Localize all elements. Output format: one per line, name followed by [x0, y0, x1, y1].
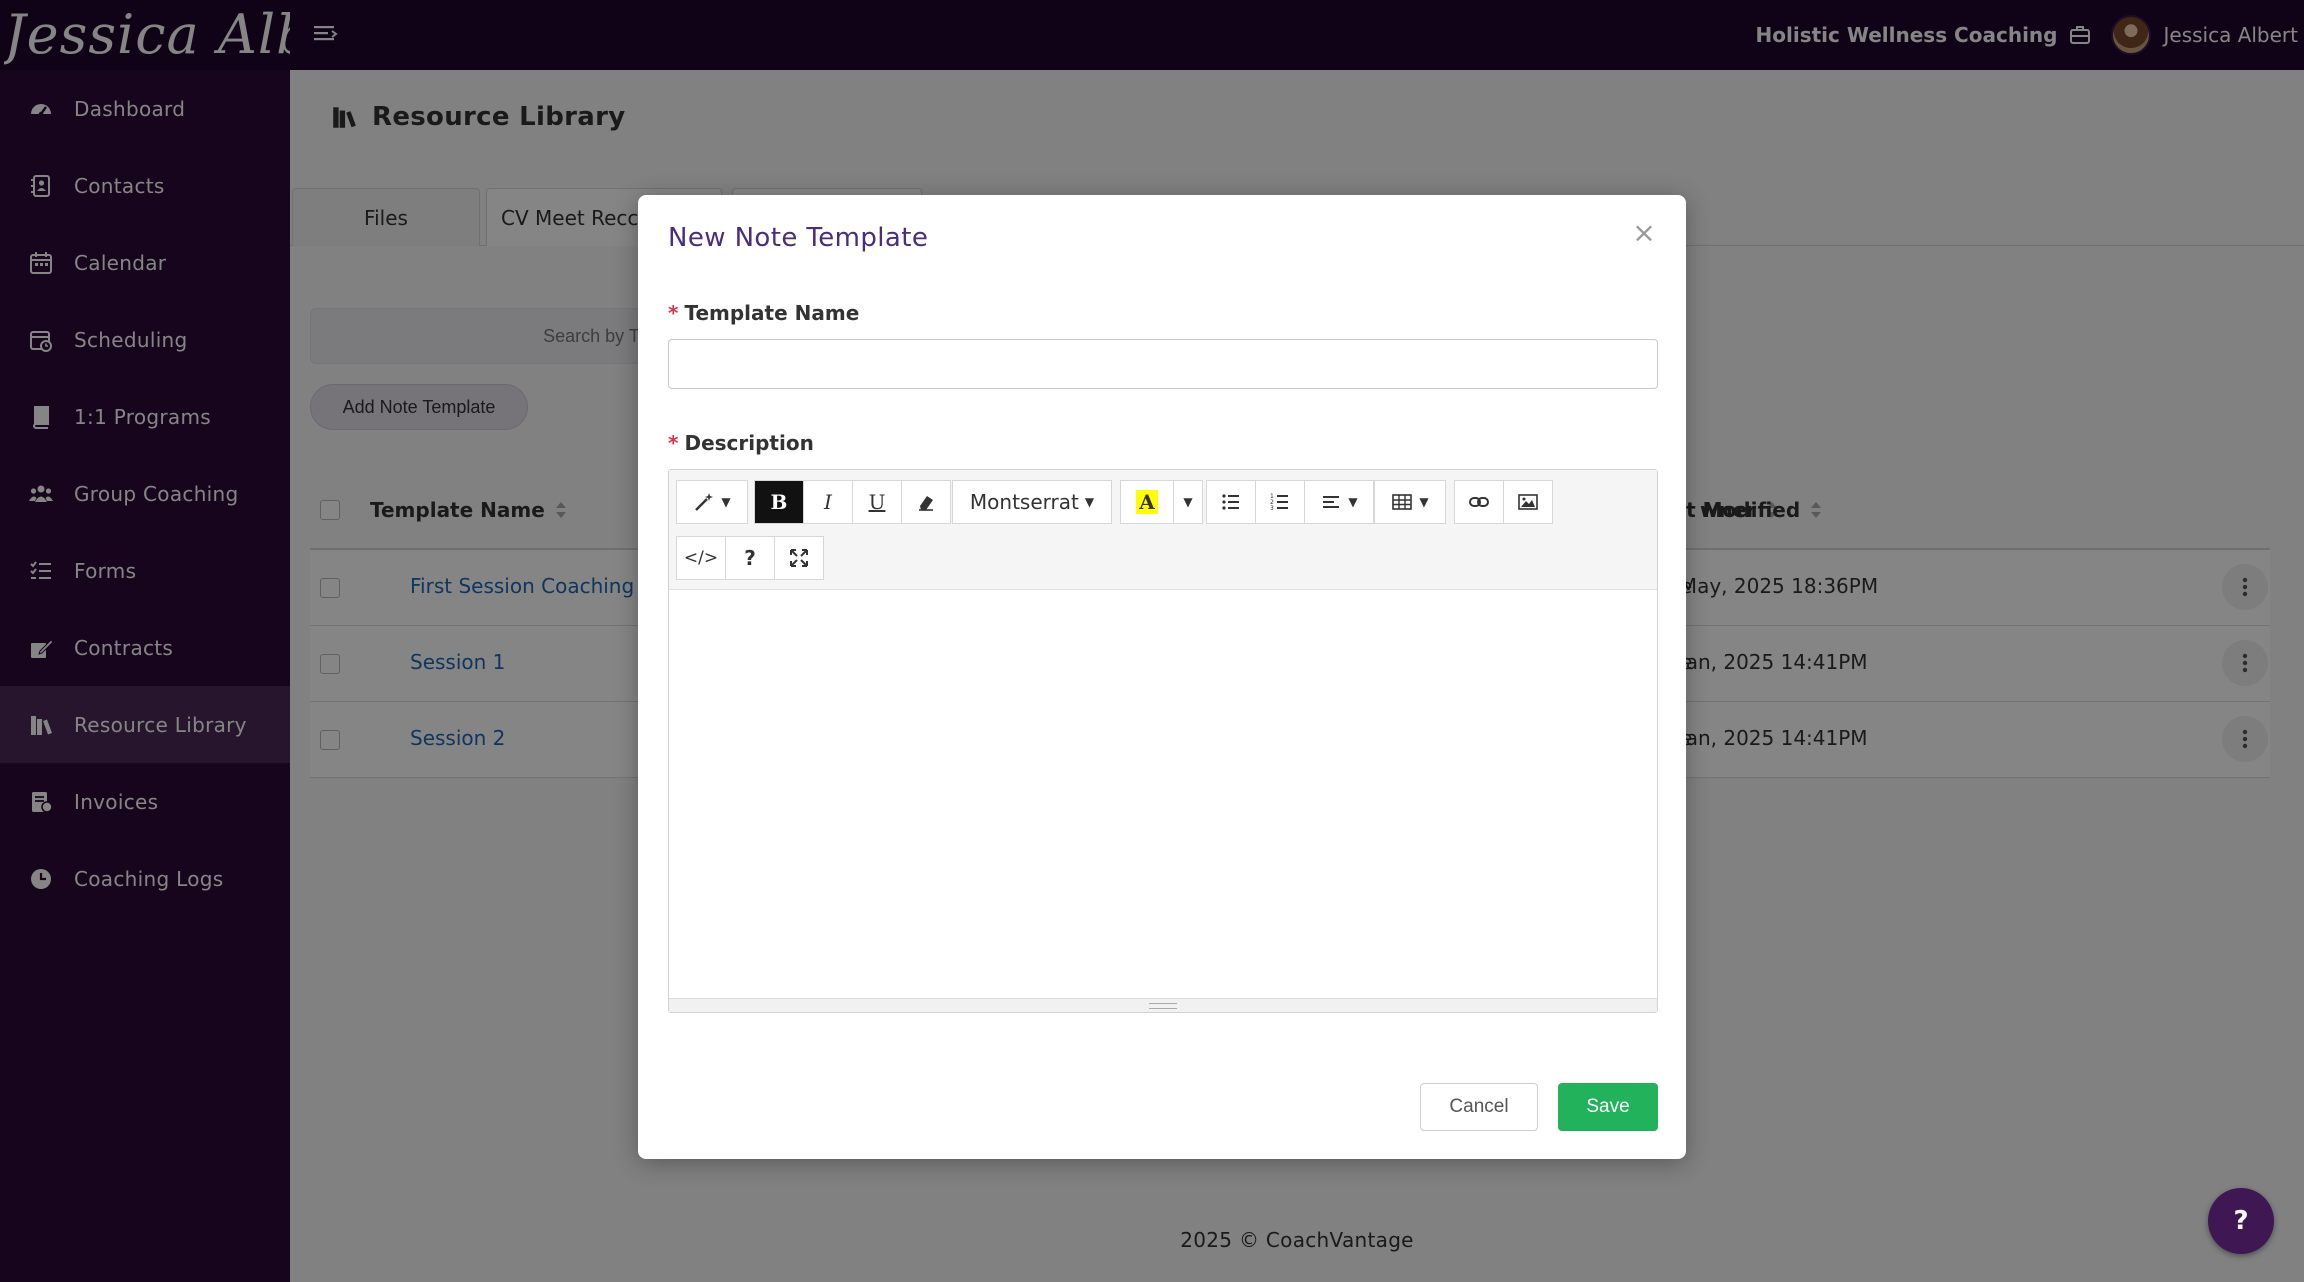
rich-text-editor: ▼ B I U Montserrat ▼ A ▼ 1 2 3 ▼ ▼ </> ?	[668, 469, 1658, 1013]
table-group: ▼	[1374, 480, 1446, 524]
clear-format-button[interactable]	[901, 480, 951, 524]
caret-down-icon: ▼	[1419, 495, 1429, 509]
numbered-list-icon: 123	[1270, 493, 1288, 512]
view-group: </> ?	[676, 536, 824, 580]
font-family-group: Montserrat ▼	[952, 480, 1112, 524]
insert-image-button[interactable]	[1503, 480, 1553, 524]
caret-down-icon: ▼	[1348, 495, 1358, 509]
new-note-template-modal: New Note Template × * Template Name * Desc…	[638, 195, 1686, 1159]
caret-down-icon: ▼	[1183, 495, 1193, 509]
link-icon	[1469, 497, 1489, 507]
italic-button[interactable]: I	[803, 480, 853, 524]
editor-toolbar: ▼ B I U Montserrat ▼ A ▼ 1 2 3 ▼ ▼ </> ?	[669, 470, 1657, 590]
underline-button[interactable]: U	[852, 480, 902, 524]
modal-title: New Note Template	[668, 223, 929, 253]
color-group: A ▼	[1120, 480, 1203, 524]
description-editor-area[interactable]	[669, 590, 1657, 1000]
paragraph-group: 123 ▼	[1206, 480, 1374, 524]
font-style-group: B I U	[754, 480, 951, 524]
save-button[interactable]: Save	[1558, 1083, 1658, 1131]
eraser-icon	[919, 496, 933, 511]
bold-button[interactable]: B	[754, 480, 804, 524]
code-view-button[interactable]: </>	[676, 536, 726, 580]
template-name-input[interactable]	[668, 339, 1658, 389]
style-group: ▼	[676, 480, 748, 524]
align-left-icon	[1323, 496, 1340, 508]
insert-link-button[interactable]	[1454, 480, 1504, 524]
magic-wand-icon	[695, 493, 714, 511]
template-name-label: * Template Name	[668, 301, 860, 325]
text-color-button[interactable]: A	[1120, 480, 1174, 524]
description-label: * Description	[668, 431, 814, 455]
highlight-a-icon: A	[1136, 490, 1158, 514]
required-marker: *	[668, 301, 679, 325]
editor-resize-bar[interactable]	[669, 998, 1657, 1012]
bullet-list-icon	[1222, 494, 1239, 510]
table-icon	[1392, 494, 1413, 510]
unordered-list-button[interactable]	[1206, 480, 1256, 524]
insert-group	[1454, 480, 1553, 524]
font-family-dropdown[interactable]: Montserrat ▼	[952, 480, 1112, 524]
caret-down-icon: ▼	[1084, 495, 1095, 509]
svg-text:3: 3	[1270, 505, 1274, 512]
help-button[interactable]: ?	[2208, 1188, 2274, 1254]
style-dropdown-button[interactable]: ▼	[676, 480, 748, 524]
required-marker: *	[668, 431, 679, 455]
resize-grip-icon	[1149, 1003, 1177, 1009]
cancel-button[interactable]: Cancel	[1420, 1083, 1538, 1131]
color-dropdown-button[interactable]: ▼	[1173, 480, 1203, 524]
close-icon[interactable]: ×	[1632, 219, 1656, 247]
ordered-list-button[interactable]: 123	[1255, 480, 1305, 524]
fullscreen-button[interactable]	[774, 536, 824, 580]
table-dropdown-button[interactable]: ▼	[1374, 480, 1446, 524]
expand-icon	[790, 549, 808, 567]
caret-down-icon: ▼	[721, 495, 731, 509]
image-icon	[1518, 494, 1538, 510]
help-toolbar-button[interactable]: ?	[725, 536, 775, 580]
align-dropdown-button[interactable]: ▼	[1304, 480, 1374, 524]
